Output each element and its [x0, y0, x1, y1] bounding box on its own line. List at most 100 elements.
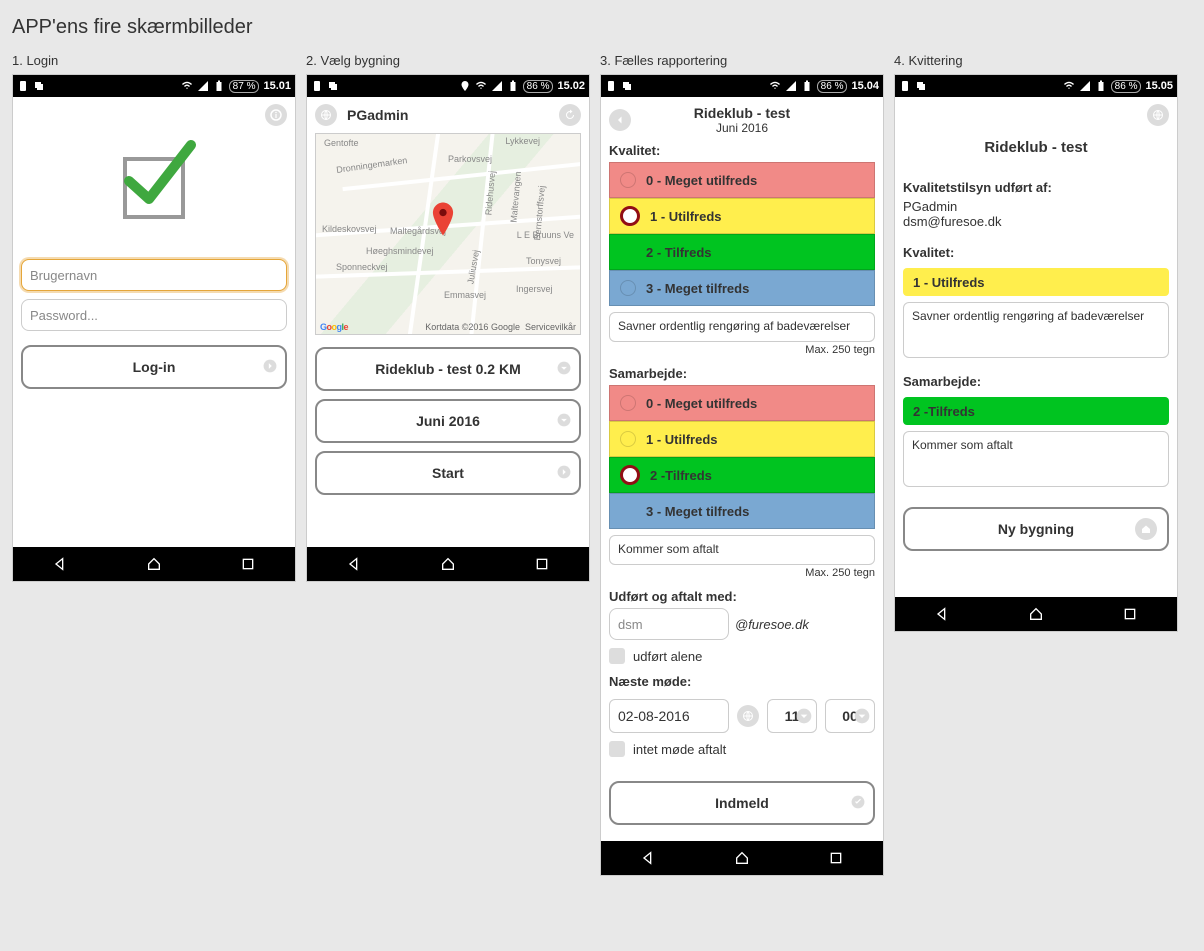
quality-option-3[interactable]: 3 - Meget tilfreds	[609, 270, 875, 306]
info-icon[interactable]	[265, 104, 287, 126]
login-button-label: Log-in	[133, 359, 176, 375]
udfort-domain: @furesoe.dk	[735, 617, 809, 632]
back-icon[interactable]	[609, 109, 631, 131]
map[interactable]: Gentofte Dronningemarken Lykkevej Parkov…	[315, 133, 581, 335]
chevron-down-icon	[557, 413, 571, 430]
nav-recent-icon[interactable]	[240, 556, 256, 572]
battery-icon	[801, 80, 813, 92]
app-icon	[311, 80, 323, 92]
check-circle-icon	[851, 795, 865, 812]
street-label: Høeghsmindevej	[366, 246, 434, 256]
statusbar: 86 % 15.05	[895, 75, 1177, 97]
opt-label: 0 - Meget utilfreds	[646, 396, 757, 411]
max-chars: Max. 250 tegn	[609, 567, 875, 579]
caption-receipt: 4. Kvittering	[894, 53, 1180, 68]
username-input[interactable]: Brugernavn	[21, 259, 287, 291]
globe-icon[interactable]	[1147, 104, 1169, 126]
refresh-icon[interactable]	[559, 104, 581, 126]
login-button[interactable]: Log-in	[21, 345, 287, 389]
street-label: Lykkevej	[505, 136, 540, 146]
udfort-alene-checkbox[interactable]	[609, 648, 625, 664]
overlay-icon	[621, 80, 633, 92]
battery-pct: 86 %	[1115, 81, 1138, 92]
building-button[interactable]: Rideklub - test 0.2 KM	[315, 347, 581, 391]
app-icon	[17, 80, 29, 92]
by-user: PGadmin	[903, 199, 1169, 214]
appbar	[13, 97, 295, 133]
nav-recent-icon[interactable]	[534, 556, 550, 572]
wifi-icon	[1063, 80, 1075, 92]
month-button[interactable]: Juni 2016	[315, 399, 581, 443]
chevron-right-icon	[263, 359, 277, 376]
by-mail: dsm@furesoe.dk	[903, 214, 1169, 229]
no-meeting-label: intet møde aftalt	[633, 742, 726, 757]
nav-back-icon[interactable]	[52, 556, 68, 572]
coop-option-2[interactable]: 2 -Tilfreds	[609, 457, 875, 493]
globe-icon	[315, 104, 337, 126]
wifi-icon	[475, 80, 487, 92]
label-naeste: Næste møde:	[609, 674, 875, 689]
label-kvalitet: Kvalitet:	[609, 143, 875, 158]
no-meeting-checkbox[interactable]	[609, 741, 625, 757]
start-button[interactable]: Start	[315, 451, 581, 495]
nav-home-icon[interactable]	[1028, 606, 1044, 622]
nav-home-icon[interactable]	[734, 850, 750, 866]
caption-login: 1. Login	[12, 53, 298, 68]
new-building-button[interactable]: Ny bygning	[903, 507, 1169, 551]
map-terms[interactable]: Servicevilkår	[525, 322, 576, 332]
coop-option-3[interactable]: 3 - Meget tilfreds	[609, 493, 875, 529]
password-input[interactable]: Password...	[21, 299, 287, 331]
phone-report: 86 % 15.04 Rideklub - test Juni 2016 Kva…	[600, 74, 884, 876]
coop-option-0[interactable]: 0 - Meget utilfreds	[609, 385, 875, 421]
label-udfort: Udført og aftalt med:	[609, 589, 875, 604]
udfort-input[interactable]: dsm	[609, 608, 729, 640]
clock: 15.04	[851, 80, 879, 92]
max-chars: Max. 250 tegn	[609, 344, 875, 356]
calendar-icon[interactable]	[737, 705, 759, 727]
receipt-kvalitet-value: 1 - Utilfreds	[903, 268, 1169, 296]
chevron-right-icon	[557, 465, 571, 482]
report-title: Rideklub - test	[694, 105, 790, 121]
next-min-input[interactable]: 00	[825, 699, 875, 733]
nav-recent-icon[interactable]	[828, 850, 844, 866]
nav-home-icon[interactable]	[146, 556, 162, 572]
statusbar: 86 % 15.02	[307, 75, 589, 97]
nav-back-icon[interactable]	[934, 606, 950, 622]
street-label: Ingersvej	[516, 284, 553, 294]
wifi-icon	[769, 80, 781, 92]
quality-option-2[interactable]: 2 - Tilfreds	[609, 234, 875, 270]
coop-option-1[interactable]: 1 - Utilfreds	[609, 421, 875, 457]
page-title: APP'ens fire skærmbilleder	[0, 0, 1204, 45]
battery-pct: 86 %	[821, 81, 844, 92]
submit-button[interactable]: Indmeld	[609, 781, 875, 825]
building-button-label: Rideklub - test 0.2 KM	[375, 361, 520, 377]
opt-label: 0 - Meget utilfreds	[646, 173, 757, 188]
nav-recent-icon[interactable]	[1122, 606, 1138, 622]
quality-option-0[interactable]: 0 - Meget utilfreds	[609, 162, 875, 198]
logo-icon	[123, 157, 185, 219]
google-logo: Google	[320, 322, 348, 332]
app-icon	[899, 80, 911, 92]
statusbar: 87 % 15.01	[13, 75, 295, 97]
month-button-label: Juni 2016	[416, 413, 480, 429]
street-label: Gentofte	[324, 138, 359, 148]
clock: 15.01	[263, 80, 291, 92]
by-label: Kvalitetstilsyn udført af:	[903, 180, 1169, 195]
next-date-input[interactable]: 02-08-2016	[609, 699, 729, 733]
nav-home-icon[interactable]	[440, 556, 456, 572]
statusbar: 86 % 15.04	[601, 75, 883, 97]
coop-comment-input[interactable]: Kommer som aftalt	[609, 535, 875, 565]
caption-select: 2. Vælg bygning	[306, 53, 592, 68]
nav-back-icon[interactable]	[346, 556, 362, 572]
signal-icon	[491, 80, 503, 92]
street-label: Parkovsvej	[448, 154, 492, 164]
next-hour-input[interactable]: 11	[767, 699, 817, 733]
map-copyright: Kortdata ©2016 Google	[425, 322, 520, 332]
nav-back-icon[interactable]	[640, 850, 656, 866]
battery-icon	[1095, 80, 1107, 92]
opt-label: 3 - Meget tilfreds	[646, 281, 749, 296]
quality-option-1[interactable]: 1 - Utilfreds	[609, 198, 875, 234]
quality-comment-input[interactable]: Savner ordentlig rengøring af badeværels…	[609, 312, 875, 342]
wifi-icon	[181, 80, 193, 92]
receipt-coop-label: Samarbejde:	[903, 374, 1169, 389]
